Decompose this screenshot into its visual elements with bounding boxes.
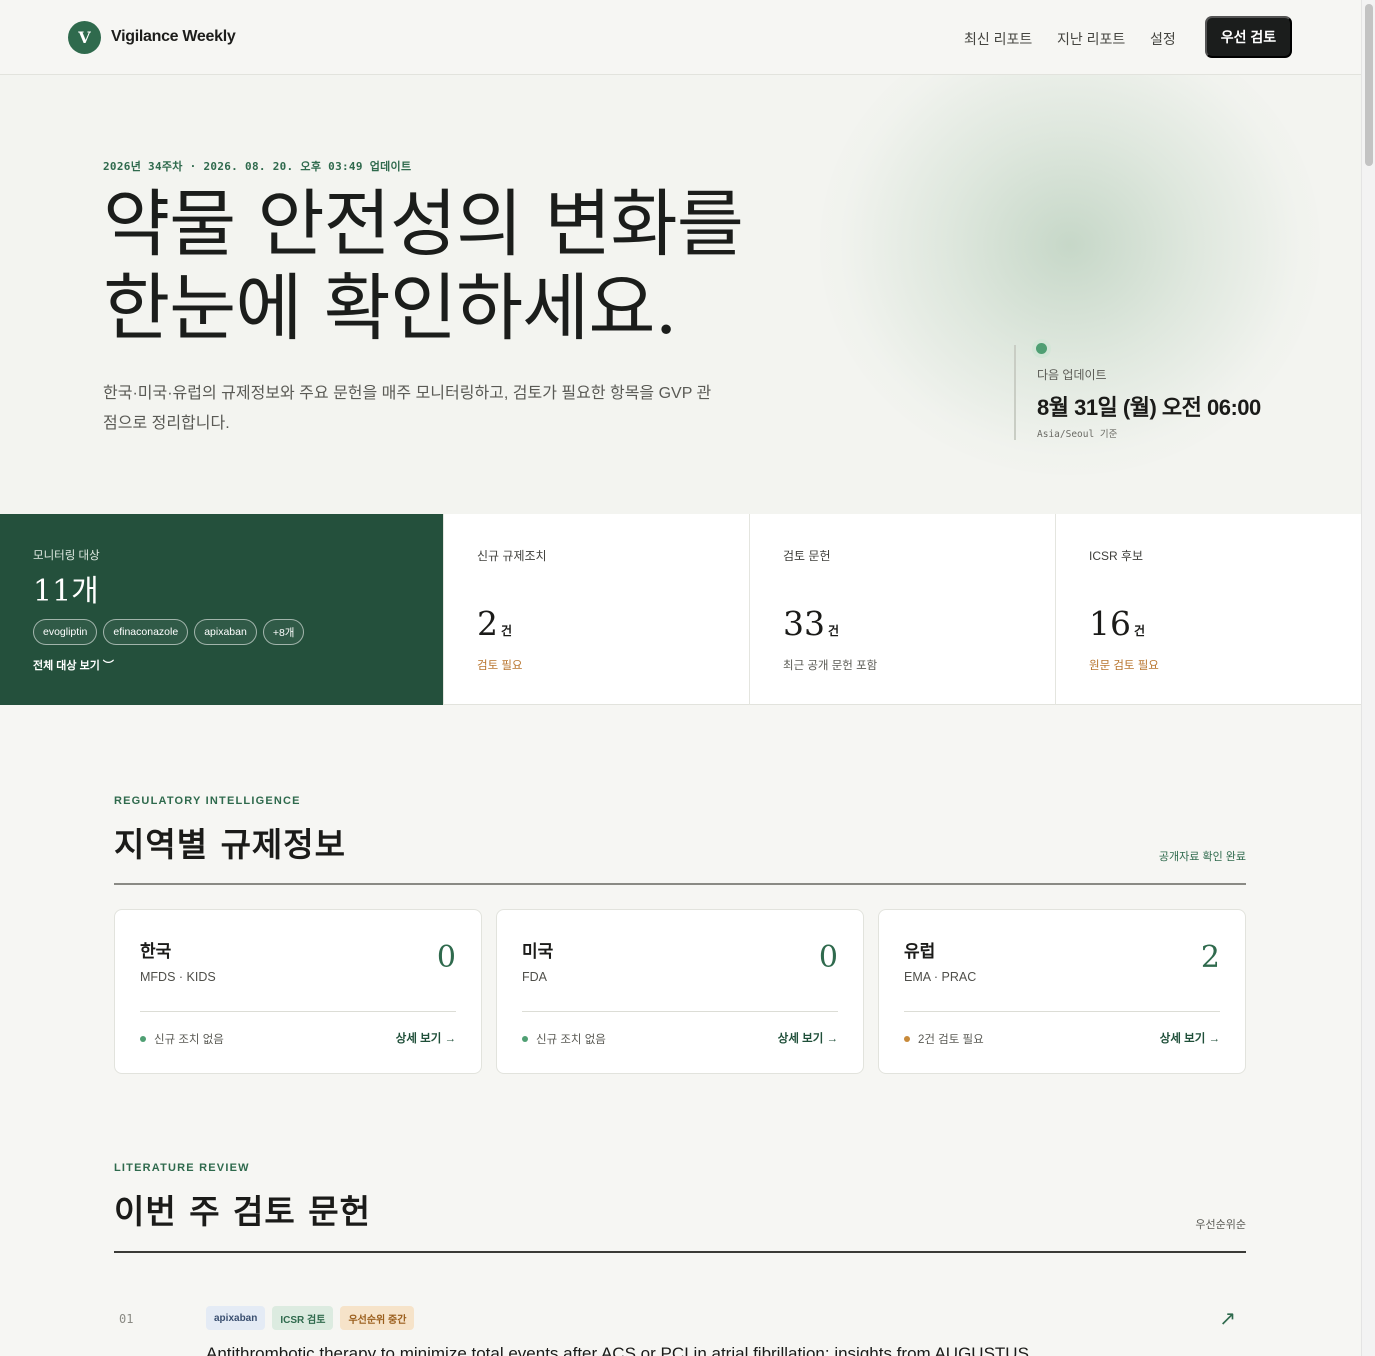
region-detail-link[interactable]: 상세 보기 → bbox=[396, 1030, 456, 1046]
card-divider bbox=[522, 1011, 838, 1012]
next-update-label: 다음 업데이트 bbox=[1037, 368, 1107, 382]
next-update-time: 8월 31일 (월) 오전 06:00 bbox=[1037, 395, 1261, 420]
stat-note: 최근 공개 문헌 포함 bbox=[783, 660, 878, 672]
priority-review-button[interactable]: 우선 검토 bbox=[1205, 16, 1292, 58]
external-link-arrow-icon[interactable]: ↗ bbox=[1219, 1306, 1236, 1331]
status-dot-icon bbox=[904, 1036, 910, 1042]
region-status: 신규 조치 없음 bbox=[140, 1031, 224, 1047]
page: V Vigilance Weekly 최신 리포트 지난 리포트 설정 우선 검… bbox=[0, 0, 1361, 1356]
brand-name[interactable]: Vigilance Weekly bbox=[111, 28, 236, 46]
monitoring-targets-label: 모니터링 대상 bbox=[33, 550, 100, 562]
hero-title: 약물 안전성의 변화를 한눈에 확인하세요. bbox=[103, 183, 863, 351]
nav-settings[interactable]: 설정 bbox=[1150, 29, 1176, 49]
target-chip[interactable]: apixaban bbox=[194, 619, 257, 645]
hero-title-line-2: 한눈에 확인하세요. bbox=[103, 266, 678, 351]
monitoring-targets-count: 11개 bbox=[33, 574, 99, 609]
scrollbar-thumb[interactable] bbox=[1365, 4, 1373, 166]
drug-tag: apixaban bbox=[206, 1306, 266, 1330]
region-count: 0 bbox=[818, 940, 838, 975]
top-navigation-bar: V Vigilance Weekly 최신 리포트 지난 리포트 설정 우선 검… bbox=[0, 0, 1361, 75]
region-name: 유럽 bbox=[904, 942, 936, 961]
hero-section: 2026년 34주차 · 2026. 08. 20. 오후 03:49 업데이트… bbox=[0, 75, 1361, 514]
literature-section-title: 이번 주 검토 문헌 bbox=[114, 1192, 371, 1231]
region-cards: 한국 MFDS · KIDS 0 신규 조치 없음 상세 보기 → 미국 FDA… bbox=[114, 909, 1246, 1074]
stat-value: 2건 bbox=[477, 604, 513, 643]
literature-sort-label[interactable]: 우선순위순 bbox=[1195, 1216, 1246, 1232]
view-all-targets-link[interactable]: 전체 대상 보기 ︶ bbox=[33, 657, 114, 673]
more-targets-chip[interactable]: +8개 bbox=[262, 619, 305, 645]
stat-label: 신규 규제조치 bbox=[477, 549, 547, 563]
region-agency: FDA bbox=[522, 970, 547, 984]
literature-item[interactable]: 01 apixaban ICSR 검토 우선순위 중간 ↗ Antithromb… bbox=[114, 1300, 1246, 1356]
nav-past-reports[interactable]: 지난 리포트 bbox=[1057, 29, 1125, 49]
region-status: 2건 검토 필요 bbox=[904, 1031, 984, 1047]
stat-reviewed-literature[interactable]: 검토 문헌 33 건 최근 공개 문헌 포함 bbox=[749, 514, 1055, 705]
regulatory-eyebrow: REGULATORY INTELLIGENCE bbox=[114, 795, 301, 807]
status-dot-icon bbox=[140, 1036, 146, 1042]
nav-latest-reports[interactable]: 최신 리포트 bbox=[964, 29, 1032, 49]
region-count: 0 bbox=[436, 940, 456, 975]
summary-stats: 모니터링 대상 11개 evogliptin efinaconazole api… bbox=[0, 514, 1361, 705]
stat-value: 16 건 bbox=[1089, 604, 1146, 643]
literature-title[interactable]: Antithrombotic therapy to minimize total… bbox=[206, 1344, 1186, 1356]
literature-tags: apixaban ICSR 검토 우선순위 중간 bbox=[206, 1306, 415, 1330]
region-detail-link[interactable]: 상세 보기 → bbox=[778, 1030, 838, 1046]
status-dot-icon bbox=[522, 1036, 528, 1042]
region-agency: EMA · PRAC bbox=[904, 970, 977, 984]
regulatory-status-meta: 공개자료 확인 완료 bbox=[1158, 851, 1246, 863]
region-detail-link[interactable]: 상세 보기 → bbox=[1160, 1030, 1220, 1046]
live-status-dot-icon bbox=[1036, 343, 1047, 354]
stat-note: 검토 필요 bbox=[477, 660, 523, 672]
stat-icsr-candidates[interactable]: ICSR 후보 16 건 원문 검토 필요 bbox=[1055, 514, 1361, 705]
section-divider bbox=[114, 1251, 1246, 1253]
stat-new-regulatory-actions[interactable]: 신규 규제조치 2건 검토 필요 bbox=[443, 514, 749, 705]
vertical-scrollbar[interactable] bbox=[1361, 0, 1375, 1356]
update-timestamp: 2026년 34주차 · 2026. 08. 20. 오후 03:49 업데이트 bbox=[103, 160, 412, 173]
regulatory-section-title: 지역별 규제정보 bbox=[114, 825, 347, 864]
literature-index: 01 bbox=[119, 1312, 134, 1326]
hero-description: 한국·미국·유럽의 규제정보와 주요 문헌을 매주 모니터링하고, 검토가 필요… bbox=[103, 385, 712, 432]
icsr-tag: ICSR 검토 bbox=[272, 1306, 334, 1330]
region-card-europe[interactable]: 유럽 EMA · PRAC 2 2건 검토 필요 상세 보기 → bbox=[878, 909, 1246, 1074]
region-name: 한국 bbox=[140, 942, 172, 961]
card-divider bbox=[140, 1011, 456, 1012]
monitoring-target-chips: evogliptin efinaconazole apixaban +8개 bbox=[33, 619, 305, 645]
region-card-usa[interactable]: 미국 FDA 0 신규 조치 없음 상세 보기 → bbox=[496, 909, 864, 1074]
stat-value: 33 건 bbox=[783, 604, 840, 643]
region-name: 미국 bbox=[522, 942, 554, 961]
region-status: 신규 조치 없음 bbox=[522, 1031, 606, 1047]
target-chip[interactable]: evogliptin bbox=[33, 619, 98, 645]
region-count: 2 bbox=[1200, 940, 1220, 975]
literature-eyebrow: LITERATURE REVIEW bbox=[114, 1162, 250, 1174]
card-divider bbox=[904, 1011, 1220, 1012]
priority-tag: 우선순위 중간 bbox=[340, 1306, 415, 1330]
monitoring-targets-panel: 모니터링 대상 11개 evogliptin efinaconazole api… bbox=[0, 514, 443, 705]
next-update-timezone: Asia/Seoul 기준 bbox=[1037, 429, 1118, 440]
stat-label: 검토 문헌 bbox=[783, 549, 831, 563]
region-card-korea[interactable]: 한국 MFDS · KIDS 0 신규 조치 없음 상세 보기 → bbox=[114, 909, 482, 1074]
stat-note: 원문 검토 필요 bbox=[1089, 660, 1159, 672]
hero-title-line-1: 약물 안전성의 변화를 bbox=[103, 182, 744, 267]
section-divider bbox=[114, 883, 1246, 885]
logo-icon[interactable]: V bbox=[68, 21, 101, 54]
next-update-panel bbox=[1014, 345, 1038, 440]
stat-label: ICSR 후보 bbox=[1089, 549, 1144, 563]
target-chip[interactable]: efinaconazole bbox=[103, 619, 189, 645]
region-agency: MFDS · KIDS bbox=[140, 970, 216, 984]
